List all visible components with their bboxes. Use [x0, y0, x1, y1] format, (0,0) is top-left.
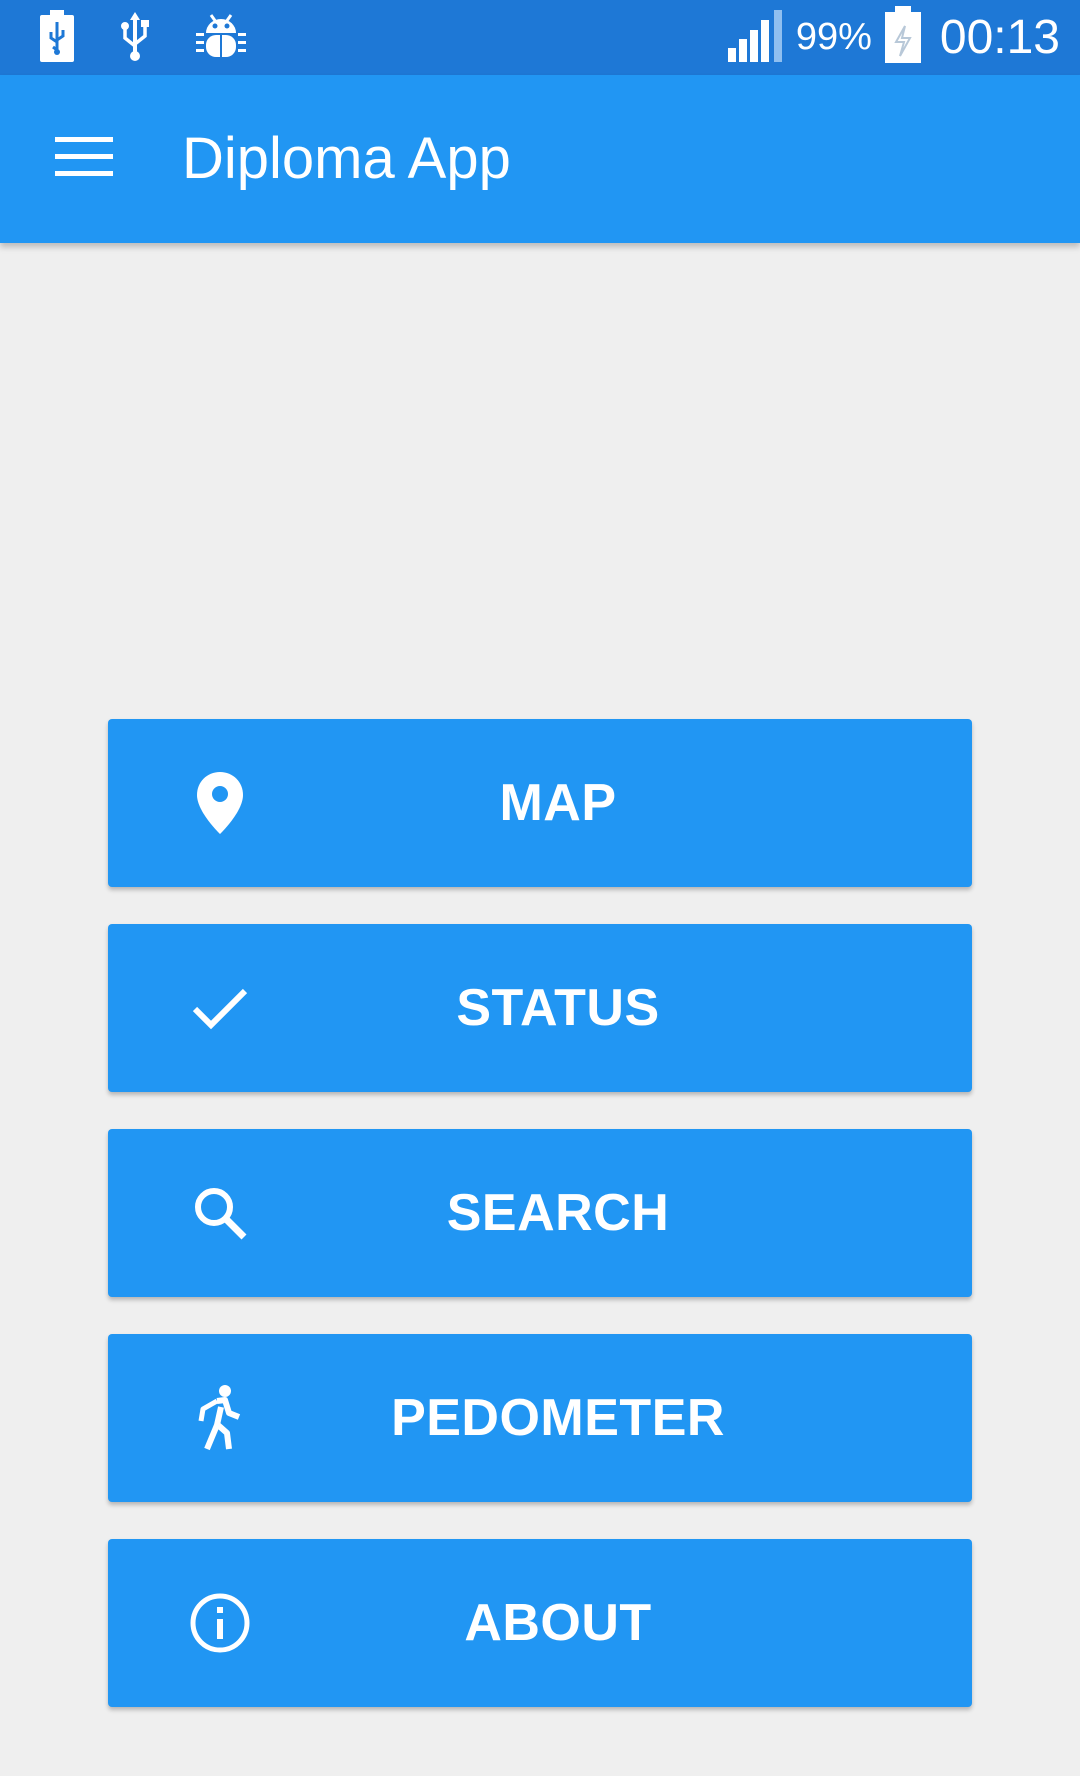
- about-button-label: ABOUT: [464, 1594, 652, 1652]
- map-button-label: MAP: [499, 774, 617, 832]
- status-button-label: STATUS: [456, 979, 660, 1037]
- app-title: Diploma App: [182, 126, 511, 191]
- status-bar: 99% 00:13: [0, 0, 1080, 75]
- app-bar: Diploma App: [0, 75, 1080, 243]
- pedometer-button-label: PEDOMETER: [391, 1389, 725, 1447]
- system-indicators: 99% 00:13: [726, 0, 1060, 75]
- clock: 00:13: [939, 11, 1060, 64]
- hamburger-menu-icon: [55, 136, 113, 182]
- android-debug-icon: [196, 11, 246, 66]
- battery-usb-icon: [40, 9, 74, 67]
- pedometer-button[interactable]: PEDOMETER: [108, 1334, 972, 1502]
- search-button-label: SEARCH: [446, 1184, 670, 1242]
- usb-icon: [120, 10, 150, 67]
- battery-percent: 99%: [795, 16, 872, 58]
- main-menu: MAP STATUS SEARCH PEDOMETER ABOUT: [108, 719, 972, 1744]
- status-button[interactable]: STATUS: [108, 924, 972, 1092]
- battery-charging-icon: [884, 6, 922, 69]
- signal-icon: [726, 6, 784, 69]
- menu-button[interactable]: [44, 119, 124, 199]
- map-button[interactable]: MAP: [108, 719, 972, 887]
- notification-icons: [40, 9, 246, 67]
- search-button[interactable]: SEARCH: [108, 1129, 972, 1297]
- about-button[interactable]: ABOUT: [108, 1539, 972, 1707]
